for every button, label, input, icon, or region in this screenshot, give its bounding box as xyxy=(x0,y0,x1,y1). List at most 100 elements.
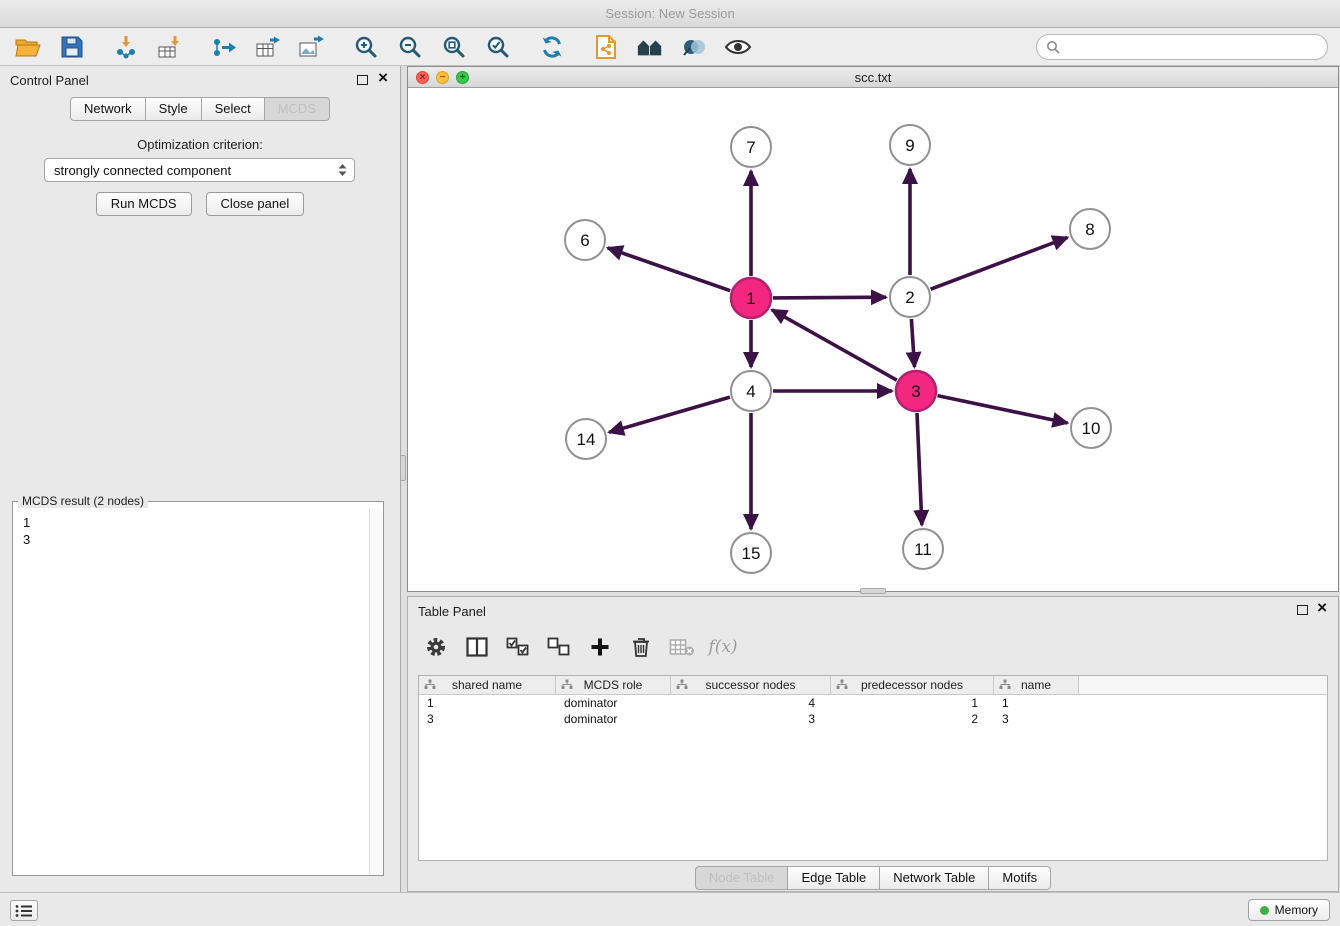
maximize-window-icon[interactable]: + xyxy=(456,71,469,84)
table-header-row: shared nameMCDS rolesuccessor nodesprede… xyxy=(419,676,1327,695)
network-view-window: × − + scc.txt 7 9 6 8 1 2 4 3 14 10 15 11 xyxy=(407,66,1339,592)
mcds-result-title: MCDS result (2 nodes) xyxy=(18,494,148,508)
close-table-panel-icon[interactable]: × xyxy=(1317,599,1327,617)
edge-3-1[interactable] xyxy=(772,310,897,380)
memory-button[interactable]: Memory xyxy=(1248,899,1330,921)
graph-node-11[interactable]: 11 xyxy=(903,529,943,569)
network-overview-icon[interactable] xyxy=(636,33,664,61)
edge-2-8[interactable] xyxy=(931,238,1068,290)
table-cell: 3 xyxy=(419,711,556,727)
tab-mcds[interactable]: MCDS xyxy=(264,97,330,121)
open-session-icon[interactable] xyxy=(14,33,42,61)
add-column-icon[interactable] xyxy=(586,633,614,661)
mcds-result-value: 1 xyxy=(23,514,373,531)
edge-3-11[interactable] xyxy=(917,413,922,525)
optimization-criterion-select[interactable]: strongly connected component xyxy=(44,158,355,182)
table-row[interactable]: 1dominator411 xyxy=(419,695,1327,711)
svg-text:1: 1 xyxy=(746,289,755,308)
column-header-predecessor-nodes[interactable]: predecessor nodes xyxy=(831,676,994,694)
graph-node-3[interactable]: 3 xyxy=(896,371,936,411)
network-canvas[interactable]: 7 9 6 8 1 2 4 3 14 10 15 11 xyxy=(408,88,1338,591)
zoom-fit-icon[interactable] xyxy=(440,33,468,61)
tab-edge-table[interactable]: Edge Table xyxy=(787,866,880,890)
search-box[interactable] xyxy=(1036,34,1328,60)
column-header-successor-nodes[interactable]: successor nodes xyxy=(671,676,831,694)
save-session-icon[interactable] xyxy=(58,33,86,61)
close-panel-icon[interactable]: × xyxy=(378,69,388,87)
select-all-rows-icon[interactable] xyxy=(504,633,532,661)
zoom-in-icon[interactable] xyxy=(352,33,380,61)
main-toolbar xyxy=(0,28,1340,66)
svg-text:7: 7 xyxy=(746,138,755,157)
delete-table-icon[interactable] xyxy=(668,633,696,661)
search-input[interactable] xyxy=(1066,39,1318,54)
export-image-icon[interactable] xyxy=(298,33,326,61)
memory-status-icon xyxy=(1260,906,1269,915)
graph-node-9[interactable]: 9 xyxy=(890,125,930,165)
column-sort-icon xyxy=(999,679,1011,693)
refresh-view-icon[interactable] xyxy=(538,33,566,61)
close-window-icon[interactable]: × xyxy=(416,71,429,84)
result-scrollbar[interactable] xyxy=(369,509,382,874)
vertical-splitter-handle[interactable] xyxy=(400,455,406,481)
delete-column-icon[interactable] xyxy=(627,633,655,661)
graph-node-2[interactable]: 2 xyxy=(890,277,930,317)
edge-2-3[interactable] xyxy=(911,319,914,367)
float-table-panel-icon[interactable] xyxy=(1297,605,1308,615)
tab-style[interactable]: Style xyxy=(145,97,202,121)
export-table-icon[interactable] xyxy=(254,33,282,61)
open-document-share-icon[interactable] xyxy=(592,33,620,61)
column-sort-icon xyxy=(836,679,848,693)
edge-3-10[interactable] xyxy=(938,396,1068,423)
criterion-value: strongly connected component xyxy=(54,163,231,178)
column-header-shared-name[interactable]: shared name xyxy=(419,676,556,694)
column-layout-icon[interactable] xyxy=(463,633,491,661)
list-icon xyxy=(15,904,33,918)
network-window-title: scc.txt xyxy=(855,70,892,85)
function-builder-icon[interactable]: f(x) xyxy=(709,633,737,661)
graph-node-10[interactable]: 10 xyxy=(1071,408,1111,448)
graph-node-7[interactable]: 7 xyxy=(731,127,771,167)
tab-select[interactable]: Select xyxy=(201,97,265,121)
tab-motifs[interactable]: Motifs xyxy=(988,866,1051,890)
float-panel-icon[interactable] xyxy=(357,75,368,85)
table-cell: 1 xyxy=(419,695,556,711)
edge-4-14[interactable] xyxy=(609,397,730,432)
tab-network-table[interactable]: Network Table xyxy=(879,866,989,890)
style-venn-icon[interactable] xyxy=(680,33,708,61)
graph-node-15[interactable]: 15 xyxy=(731,533,771,573)
task-history-button[interactable] xyxy=(10,900,38,921)
table-cell: dominator xyxy=(556,711,671,727)
graph-node-4[interactable]: 4 xyxy=(731,371,771,411)
deselect-all-rows-icon[interactable] xyxy=(545,633,573,661)
minimize-window-icon[interactable]: − xyxy=(436,71,449,84)
column-sort-icon xyxy=(424,679,436,693)
import-table-icon[interactable] xyxy=(156,33,184,61)
graph-node-8[interactable]: 8 xyxy=(1070,209,1110,249)
table-settings-gear-icon[interactable] xyxy=(422,633,450,661)
show-hide-graphics-icon[interactable] xyxy=(724,33,752,61)
mcds-result-list: 13 xyxy=(13,508,383,554)
column-header-name[interactable]: name xyxy=(994,676,1079,694)
tab-node-table[interactable]: Node Table xyxy=(695,866,789,890)
table-row[interactable]: 3dominator323 xyxy=(419,711,1327,727)
export-network-icon[interactable] xyxy=(210,33,238,61)
svg-text:4: 4 xyxy=(746,382,755,401)
zoom-out-icon[interactable] xyxy=(396,33,424,61)
column-header-mcds-role[interactable]: MCDS role xyxy=(556,676,671,694)
tab-network[interactable]: Network xyxy=(70,97,146,121)
import-network-icon[interactable] xyxy=(112,33,140,61)
zoom-selected-icon[interactable] xyxy=(484,33,512,61)
horizontal-splitter-handle[interactable] xyxy=(860,588,886,594)
edge-1-2[interactable] xyxy=(773,297,886,298)
edge-1-6[interactable] xyxy=(608,248,731,291)
header-filler xyxy=(1079,676,1327,694)
graph-node-1[interactable]: 1 xyxy=(731,278,771,318)
row-filler xyxy=(1079,695,1327,711)
close-panel-button[interactable]: Close panel xyxy=(206,192,305,216)
graph-node-14[interactable]: 14 xyxy=(566,419,606,459)
run-mcds-button[interactable]: Run MCDS xyxy=(96,192,192,216)
mcds-result-value: 3 xyxy=(23,531,373,548)
control-panel: Control Panel × NetworkStyleSelectMCDS O… xyxy=(0,66,401,892)
graph-node-6[interactable]: 6 xyxy=(565,220,605,260)
